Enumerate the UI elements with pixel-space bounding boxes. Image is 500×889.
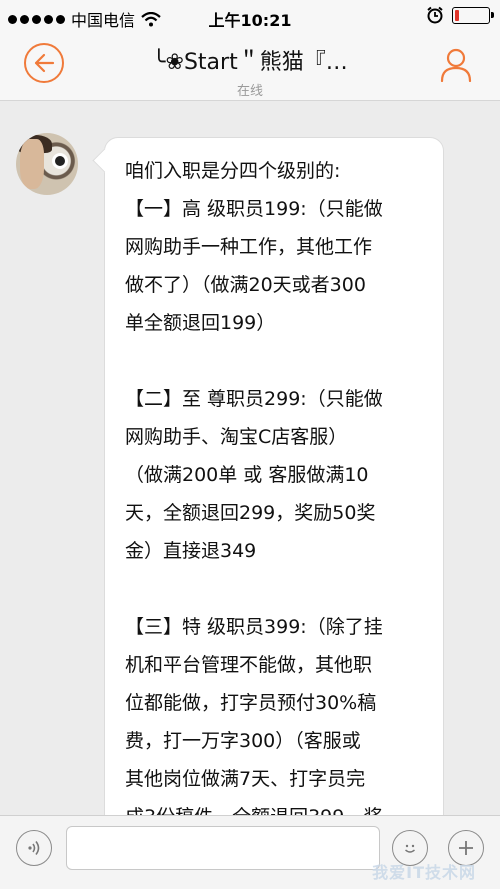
online-status: 在线 — [236, 84, 263, 99]
message-line: 金）直接退349 — [125, 540, 257, 562]
message-line: 成3份稿件，全额退回399，奖 — [125, 798, 427, 815]
message-line: 机和平台管理不能做，其他职 — [125, 654, 373, 676]
message-line: 【二】至 尊职员299:（只能做 — [125, 388, 383, 410]
message-line: （做满200单 或 客服做满10 — [125, 464, 369, 486]
voice-button[interactable] — [16, 830, 52, 866]
back-arrow-icon — [34, 53, 55, 73]
chat-area[interactable]: 咱们入职是分四个级别的: 【一】高 级职员199:（只能做 网购助手一种工作，其他工… — [0, 101, 500, 815]
voice-icon — [28, 841, 40, 855]
message-line — [125, 570, 427, 608]
message-line: 网购助手、淘宝C店客服） — [125, 426, 348, 448]
message-line: 其他岗位做满7天、打字员完 — [125, 768, 366, 790]
message-line: 费，打一万字300）（客服或 — [125, 730, 361, 752]
back-button[interactable] — [24, 43, 64, 83]
alarm-icon — [427, 6, 443, 24]
message-line — [125, 342, 427, 380]
status-time: 上午10:21 — [208, 11, 292, 30]
input-bar: 我爱IT技术网 — [0, 815, 500, 889]
status-bar: 中国电信 上午10:21 — [0, 0, 500, 34]
watermark: 我爱IT技术网 — [372, 863, 476, 882]
profile-icon[interactable] — [440, 48, 472, 82]
battery-icon — [452, 6, 494, 24]
message-line: 单全额退回199） — [125, 312, 276, 334]
message-line: 【三】特 级职员399:（除了挂 — [125, 616, 383, 638]
message-line: 做不了）（做满20天或者300 — [125, 274, 366, 296]
message-line: 位都能做，打字员预付30%稿 — [125, 692, 377, 714]
message-line: 网购助手一种工作，其他工作 — [125, 236, 373, 258]
message-line: 咱们入职是分四个级别的: — [125, 160, 341, 182]
nav-bar: ╰❀Start＂熊猫『… 在线 — [0, 34, 500, 101]
message-line: 【一】高 级职员199:（只能做 — [125, 198, 383, 220]
contact-name: ╰❀Start＂熊猫『… — [152, 50, 348, 75]
status-right — [426, 6, 494, 24]
message-input[interactable] — [66, 826, 380, 870]
avatar[interactable] — [16, 133, 78, 195]
message-bubble[interactable]: 咱们入职是分四个级别的: 【一】高 级职员199:（只能做 网购助手一种工作，其他工… — [104, 137, 444, 815]
chat-header: ╰❀Start＂熊猫『… 在线 — [120, 44, 380, 99]
emoji-icon — [405, 844, 415, 853]
plus-icon — [459, 841, 473, 855]
message-line: 天，全额退回299，奖励50奖 — [125, 502, 376, 524]
